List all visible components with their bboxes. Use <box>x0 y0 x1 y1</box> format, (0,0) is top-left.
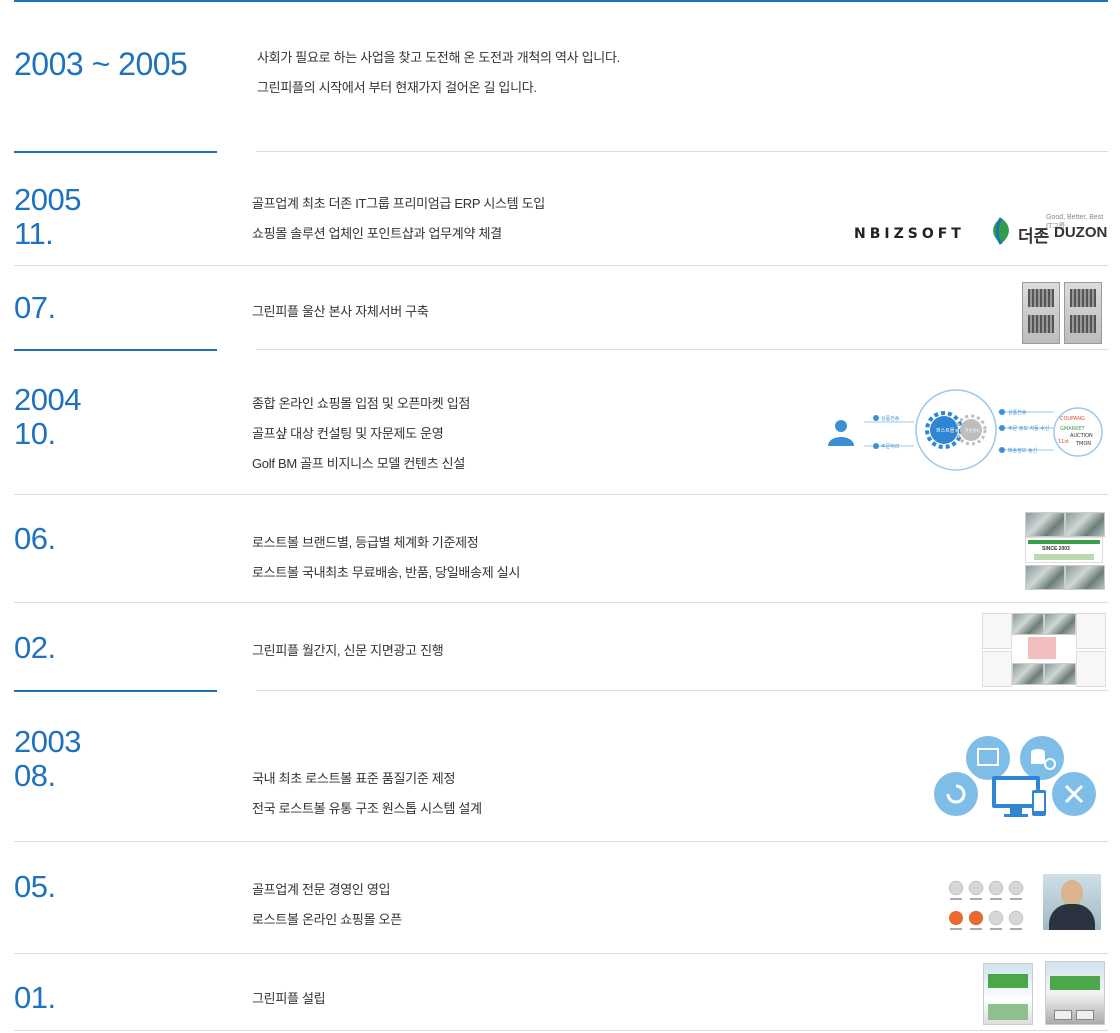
divider <box>14 494 1108 495</box>
event-2003-01-line-1: 그린피플 설립 <box>252 991 326 1006</box>
event-2003-08-line-1: 국내 최초 로스트볼 표준 품질기준 제정 <box>252 771 456 786</box>
diagram-right-mid: 주문 정보 자동 수신 <box>1008 425 1050 432</box>
monitor-icon <box>992 776 1046 817</box>
divider <box>14 602 1108 603</box>
event-2003-05-line-1: 골프업계 전문 경영인 영입 <box>252 882 391 897</box>
month-2004-10: 10. <box>14 416 56 451</box>
event-2004-10-line-1: 종합 온라인 쇼핑몰 입점 및 오픈마켓 입점 <box>252 396 471 411</box>
duzon-logo: Good, Better, Best IT그룹 더존 DUZON <box>986 214 1108 246</box>
divider-grey <box>256 151 1108 152</box>
event-2005-07-line-1: 그린피플 울산 본사 자체서버 구축 <box>252 304 429 319</box>
divider <box>14 265 1108 266</box>
market-11st: 11st <box>1058 439 1069 445</box>
year-2003: 2003 <box>14 724 81 759</box>
intro-line-1: 사회가 필요로 하는 사업을 찾고 도전해 온 도전과 개척의 역사 입니다. <box>257 50 620 65</box>
event-2003-08-line-2: 전국 로스트볼 유통 구조 원스톱 시스템 설계 <box>252 801 482 816</box>
divider-grey <box>256 690 1108 691</box>
month-2005-07: 07. <box>14 290 56 325</box>
diagram-left-bottom: 주문처리 <box>881 443 899 450</box>
executive-portrait-photo <box>1043 874 1101 930</box>
refresh-icon <box>934 772 978 816</box>
year-2004: 2004 <box>14 382 81 417</box>
system-icons-illustration <box>932 734 1100 822</box>
divider-2003 <box>14 690 217 692</box>
server-image-2 <box>1064 282 1102 344</box>
document-icon <box>966 736 1010 780</box>
divider-2004 <box>14 349 217 351</box>
event-2003-05-line-2: 로스트볼 온라인 쇼핑몰 오픈 <box>252 912 402 927</box>
month-2003-08: 08. <box>14 758 56 793</box>
market-tmon: TMON <box>1075 441 1091 447</box>
market-coupang: COUPANG <box>1060 416 1085 422</box>
diagram-left-top: 상품전송 <box>881 415 900 422</box>
top-border <box>14 0 1108 2</box>
month-2005-11: 11. <box>14 216 54 251</box>
diagram-right-bottom: 배송정보 송신 <box>1008 447 1038 454</box>
store-photo-1 <box>983 963 1033 1025</box>
month-2003-05: 05. <box>14 869 56 904</box>
event-2004-10-line-2: 골프샾 대상 컨설팅 및 자문제도 운영 <box>252 426 444 441</box>
event-2005-11-line-1: 골프업계 최초 더존 IT그룹 프리미엄급 ERP 시스템 도입 <box>252 196 545 211</box>
event-2004-02-line-1: 그린피플 월간지, 신문 지면광고 진행 <box>252 643 444 658</box>
nbizsoft-logo: NBIZSOFT <box>854 226 965 242</box>
user-icon <box>828 420 854 446</box>
photo-caption: SINCE 2003 <box>1042 546 1070 552</box>
golf-balls-image <box>946 876 1026 936</box>
event-2004-06-line-1: 로스트볼 브랜드별, 등급별 체계화 기준제정 <box>252 535 479 550</box>
shopping-integration-diagram: 상품전송 주문처리 퍼스트몰 주문관리 상품전송 주문 정보 자동 수신 배송정… <box>826 388 1106 472</box>
event-2004-06-line-2: 로스트볼 국내최초 무료배송, 반품, 당일배송제 실시 <box>252 565 521 580</box>
intro-line-2: 그린피플의 시작에서 부터 현재가지 걸어온 길 입니다. <box>257 80 537 95</box>
market-auction: AUCTION <box>1070 433 1093 439</box>
event-2004-10-line-3: Golf BM 골프 비지니스 모델 컨텐츠 신설 <box>252 456 465 471</box>
market-gmarket: GMARKET <box>1060 426 1086 432</box>
event-2005-11-line-2: 쇼핑몰 솔루션 업체인 포인트샵과 업무계약 체결 <box>252 226 502 241</box>
store-photo-2 <box>1045 961 1105 1025</box>
diagram-hub2: 주문관리 <box>965 427 980 433</box>
diagram-right-top: 상품전송 <box>1008 409 1027 416</box>
intro-period: 2003 ~ 2005 <box>14 46 188 82</box>
duzon-en: DUZON <box>1054 224 1108 241</box>
year-2005: 2005 <box>14 182 81 217</box>
divider <box>14 1030 1108 1031</box>
month-2003-01: 01. <box>14 980 56 1015</box>
month-2004-06: 06. <box>14 521 56 556</box>
divider-grey <box>256 349 1108 350</box>
month-2004-02: 02. <box>14 630 56 665</box>
warehouse-photo-collage: SINCE 2003 <box>1025 512 1105 590</box>
duzon-kr: 더존 <box>1018 227 1050 246</box>
divider <box>14 953 1108 954</box>
duzon-leaf-icon <box>993 217 1009 245</box>
server-image-1 <box>1022 282 1060 344</box>
divider <box>14 841 1108 842</box>
divider-2005 <box>14 151 217 153</box>
newspaper-ads-image <box>982 613 1106 687</box>
diagram-hub: 퍼스트몰 <box>936 427 955 434</box>
